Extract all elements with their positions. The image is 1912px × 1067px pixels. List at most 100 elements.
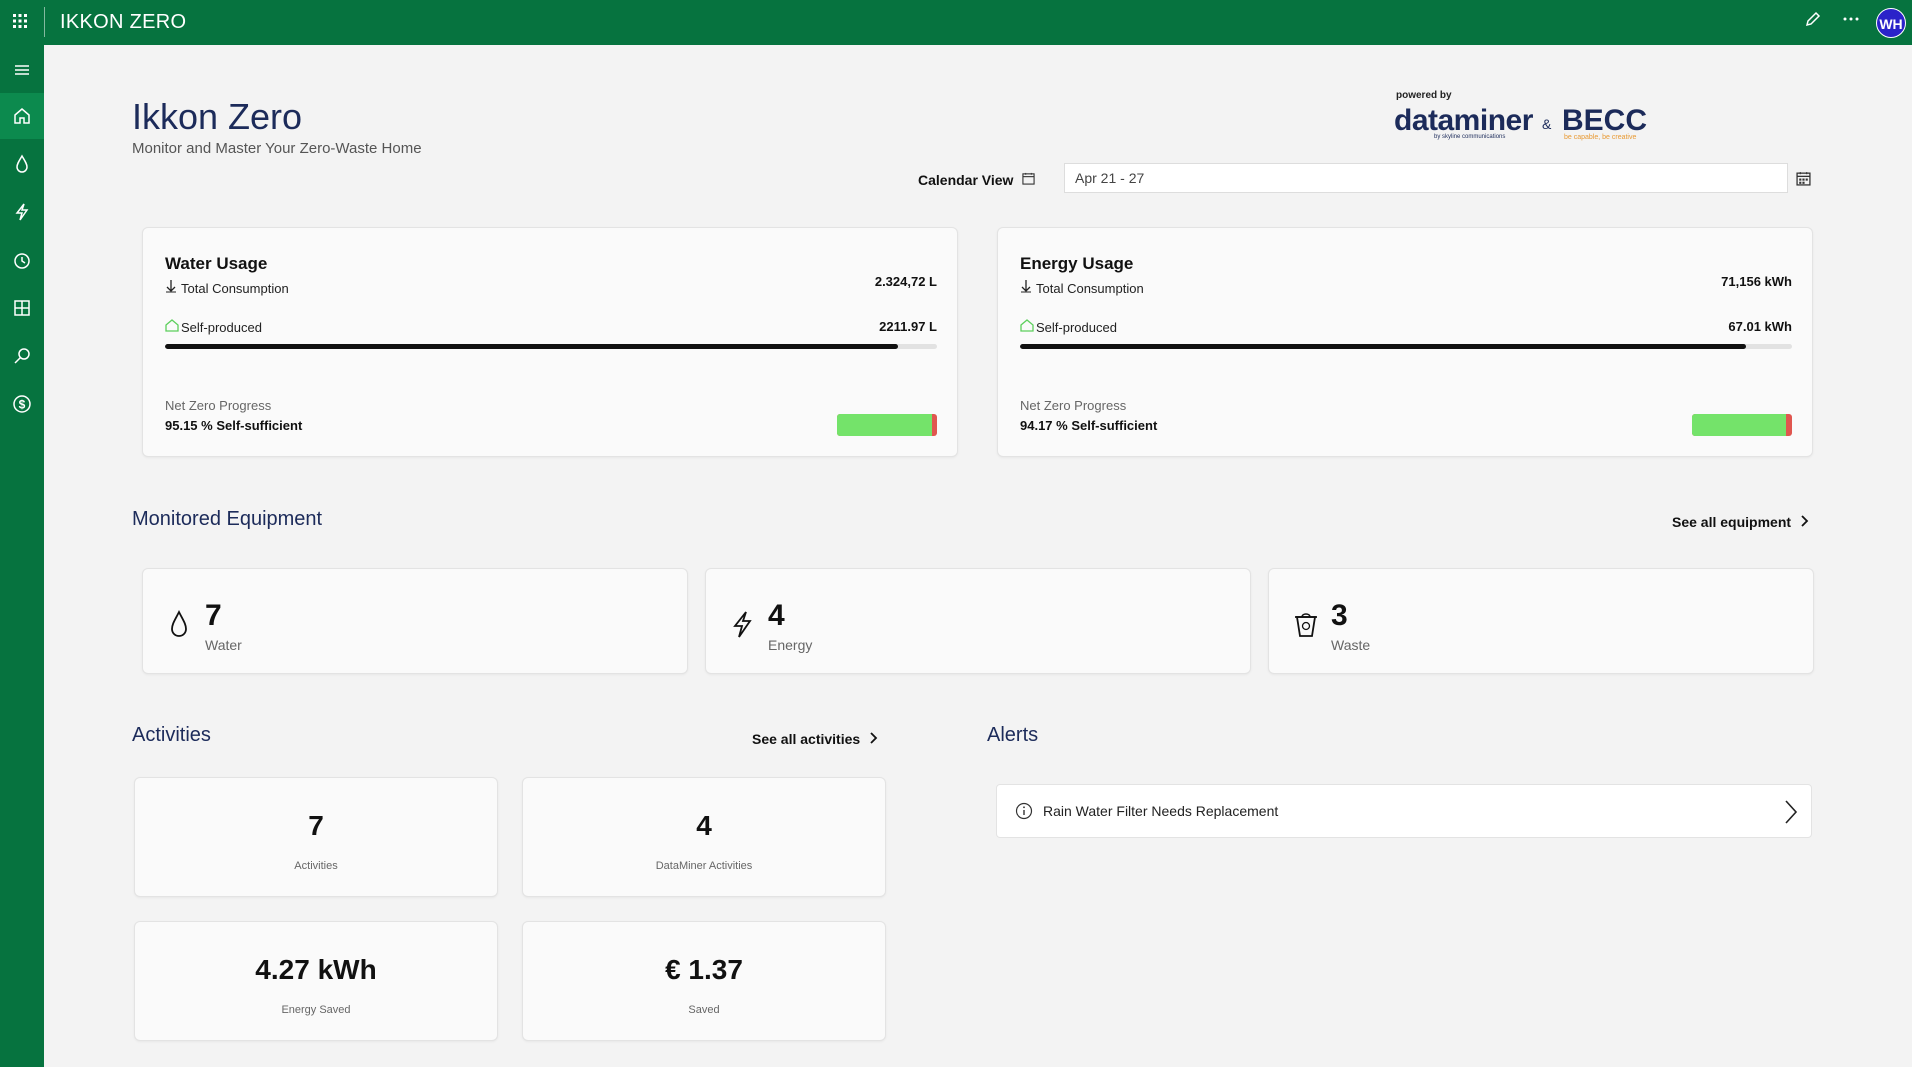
date-range-input[interactable]: Apr 21 - 27 xyxy=(1064,163,1788,193)
water-usage-title: Water Usage xyxy=(165,254,268,273)
dataminer-tagline: by skyline communications xyxy=(1434,134,1506,140)
net-zero-progress-fill xyxy=(1692,414,1787,436)
energy-self-produced-fill xyxy=(1020,344,1746,349)
edit-pencil-icon[interactable] xyxy=(1804,10,1822,33)
net-zero-label: Net Zero Progress xyxy=(165,398,272,413)
equipment-label: Water xyxy=(205,637,242,653)
sidebar-item-history[interactable] xyxy=(0,238,44,284)
lightning-icon xyxy=(15,203,29,221)
equipment-label: Energy xyxy=(768,637,813,653)
chevron-right-icon xyxy=(1801,514,1809,530)
self-produced-text: Self-produced xyxy=(181,320,262,335)
monitored-equipment-title: Monitored Equipment xyxy=(132,508,323,530)
net-zero-value: 95.15 % Self-sufficient xyxy=(165,418,303,433)
equipment-count: 7 xyxy=(205,599,222,632)
net-zero-progress-bar xyxy=(1692,414,1792,436)
activity-stat-value: € 1.37 xyxy=(665,954,743,985)
water-drop-icon xyxy=(16,154,28,173)
home-icon xyxy=(14,108,30,124)
water-total-value: 2.324,72 L xyxy=(874,274,937,289)
home-icon xyxy=(165,319,179,335)
calendar-icon xyxy=(1795,171,1811,186)
equipment-label: Waste xyxy=(1331,637,1371,653)
equipment-count: 4 xyxy=(768,599,785,632)
apps-grid-icon[interactable] xyxy=(10,10,30,32)
calendar-icon[interactable] xyxy=(1022,172,1035,188)
arrow-down-icon xyxy=(1020,279,1034,296)
total-consumption-text: Total Consumption xyxy=(1036,281,1144,296)
activity-stat-value: 7 xyxy=(308,810,324,841)
svg-text:$: $ xyxy=(19,398,26,412)
sidebar-item-finance[interactable]: $ xyxy=(0,381,44,427)
grid-icon xyxy=(14,300,30,316)
sidebar-item-home[interactable] xyxy=(0,93,44,139)
menu-icon[interactable] xyxy=(0,47,44,93)
lightning-icon xyxy=(730,609,756,639)
self-produced-label: Self-produced xyxy=(1020,319,1117,335)
total-consumption-text: Total Consumption xyxy=(181,281,289,296)
app-title[interactable]: IKKON ZERO xyxy=(60,11,186,34)
dataminer-logo: dataminer xyxy=(1394,104,1533,137)
search-icon xyxy=(14,348,30,364)
divider xyxy=(44,7,45,37)
more-dots-icon[interactable] xyxy=(1842,8,1860,34)
see-all-equipment-link[interactable]: See all equipment xyxy=(1672,514,1809,530)
date-picker-button[interactable] xyxy=(1788,163,1818,193)
see-all-activities-label: See all activities xyxy=(752,731,861,747)
self-produced-label: Self-produced xyxy=(165,319,262,335)
activity-stat-card: € 1.37 Saved xyxy=(522,921,886,1041)
chevron-right-icon xyxy=(1783,799,1799,825)
calendar-view-label[interactable]: Calendar View xyxy=(918,172,1013,188)
becc-logo: BECC xyxy=(1562,104,1648,137)
logo-ampersand: & xyxy=(1542,116,1552,132)
water-self-produced-fill xyxy=(165,344,899,349)
sidebar-item-water[interactable] xyxy=(0,141,44,187)
equipment-card-waste[interactable]: 3 Waste xyxy=(1268,568,1814,674)
alerts-title: Alerts xyxy=(987,724,1039,746)
see-all-activities-link[interactable]: See all activities xyxy=(752,731,878,747)
water-drop-icon xyxy=(167,609,193,639)
home-icon xyxy=(1020,319,1034,335)
self-produced-text: Self-produced xyxy=(1036,320,1117,335)
energy-usage-card: Energy Usage Total Consumption 71,156 kW… xyxy=(997,227,1813,457)
activity-stat-label: Saved xyxy=(688,1004,720,1016)
activity-stat-value: 4 xyxy=(696,810,712,841)
sidebar-item-grid[interactable] xyxy=(0,285,44,331)
net-zero-progress-bar xyxy=(837,414,937,436)
energy-total-value: 71,156 kWh xyxy=(1721,274,1792,289)
alert-text: Rain Water Filter Needs Replacement xyxy=(1043,803,1279,819)
avatar[interactable]: WH xyxy=(1876,8,1906,38)
activities-title: Activities xyxy=(132,724,211,746)
water-usage-card: Water Usage Total Consumption 2.324,72 L… xyxy=(142,227,958,457)
net-zero-progress-fill xyxy=(837,414,933,436)
dollar-icon: $ xyxy=(13,395,31,413)
water-self-produced-bar xyxy=(165,344,937,349)
recycle-bin-icon xyxy=(1293,609,1319,639)
net-zero-label: Net Zero Progress xyxy=(1020,398,1127,413)
chevron-right-icon xyxy=(870,731,878,747)
total-consumption-label: Total Consumption xyxy=(165,279,289,296)
sidebar: $ xyxy=(0,45,44,1067)
info-icon xyxy=(1015,802,1033,820)
water-self-value: 2211.97 L xyxy=(879,319,937,334)
powered-by-logo: powered by dataminer by skyline communic… xyxy=(1394,90,1654,146)
total-consumption-label: Total Consumption xyxy=(1020,279,1144,296)
sidebar-item-search[interactable] xyxy=(0,333,44,379)
energy-self-value: 67.01 kWh xyxy=(1728,319,1792,334)
powered-by-label: powered by xyxy=(1396,90,1452,101)
sidebar-item-energy[interactable] xyxy=(0,189,44,235)
equipment-card-energy[interactable]: 4 Energy xyxy=(705,568,1251,674)
clock-icon xyxy=(14,253,30,269)
becc-tagline: be capable, be creative xyxy=(1564,134,1637,141)
activity-stat-label: DataMiner Activities xyxy=(655,860,753,872)
alert-item[interactable]: Rain Water Filter Needs Replacement xyxy=(996,784,1812,838)
equipment-card-water[interactable]: 7 Water xyxy=(142,568,688,674)
page-subtitle: Monitor and Master Your Zero-Waste Home xyxy=(132,140,422,157)
see-all-equipment-label: See all equipment xyxy=(1672,514,1792,530)
activity-stat-card: 4.27 kWh Energy Saved xyxy=(134,921,498,1041)
arrow-down-icon xyxy=(165,279,179,296)
activity-stat-card: 4 DataMiner Activities xyxy=(522,777,886,897)
activity-stat-label: Activities xyxy=(294,860,338,872)
net-zero-value: 94.17 % Self-sufficient xyxy=(1020,418,1158,433)
activity-stat-value: 4.27 kWh xyxy=(255,954,377,985)
